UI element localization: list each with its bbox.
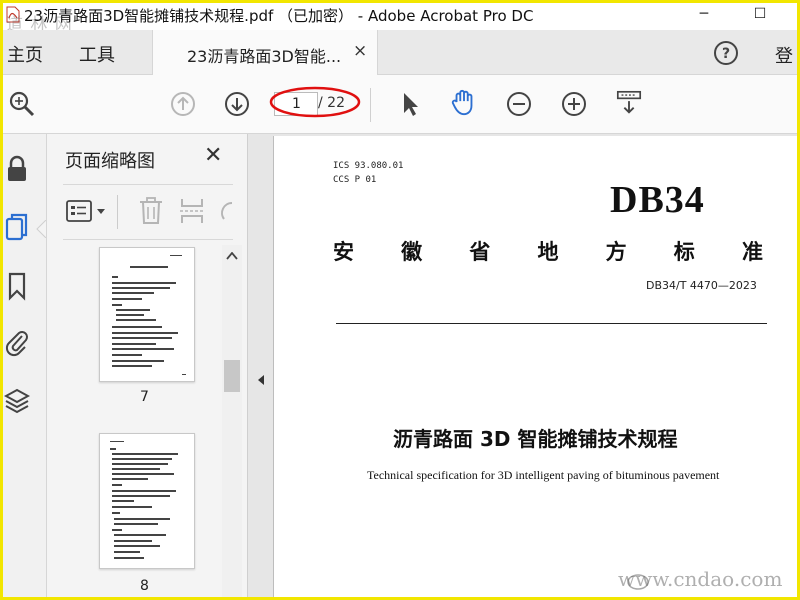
thumbnail-page-7[interactable] (99, 247, 195, 382)
hand-tool-icon[interactable] (450, 88, 478, 116)
page-up-icon[interactable] (169, 90, 197, 118)
chevron-down-icon[interactable] (96, 208, 106, 216)
scrollbar-thumb[interactable] (224, 360, 240, 392)
document-tab[interactable]: 23沥青路面3D智能... × (152, 30, 378, 75)
zoom-out-icon[interactable] (505, 90, 533, 118)
heading-char: 标 (673, 240, 695, 264)
page-thumbnails-icon[interactable] (4, 212, 30, 242)
document-title-english: Technical specification for 3D intellige… (367, 468, 720, 482)
watermark-bottom: www.cndao.com (618, 567, 783, 591)
heading-char: 准 (741, 240, 763, 264)
header-rule (336, 323, 767, 324)
panel-toolbar (63, 184, 233, 240)
menu-tab-bar: 主页 工具 23沥青路面3D智能... × (0, 30, 800, 75)
maximize-glyph: ☐ (753, 6, 767, 22)
left-navigation-rail (0, 134, 47, 600)
zoom-in-icon[interactable] (560, 90, 588, 118)
thumbnail-scrollbar[interactable] (222, 245, 242, 600)
ccs-code: CCS P 01 (333, 175, 377, 185)
thumbnail-page-8[interactable] (99, 433, 195, 569)
close-panel-button[interactable]: ✕ (204, 143, 222, 168)
svg-text:?: ? (722, 46, 730, 62)
home-menu[interactable]: 主页 (7, 41, 43, 67)
page-down-icon[interactable] (223, 90, 251, 118)
window-title: 23沥青路面3D智能摊铺技术规程.pdf （已加密） - Adobe Acrob… (24, 7, 534, 25)
fit-width-icon[interactable] (615, 89, 643, 117)
sign-in-link[interactable]: 登 (775, 42, 793, 68)
help-icon[interactable]: ? (713, 40, 739, 66)
heading-char: 徽 (401, 240, 423, 264)
page-thumbnails-panel: 页面缩略图 ✕ 7 8 (47, 134, 248, 600)
maximize-button[interactable]: ☐ (740, 0, 780, 28)
ics-ccs-codes: ICS 93.080.01 CCS P 01 (333, 159, 403, 187)
province-standard-heading: 安 徽 省 地 方 标 准 (333, 236, 763, 266)
select-arrow-icon[interactable] (396, 90, 424, 118)
panel-tool-divider (117, 195, 118, 229)
heading-char: 安 (333, 240, 354, 264)
db-standard-label: DB34 (610, 179, 705, 221)
minimize-glyph: ─ (699, 6, 709, 22)
thumbnail-page-number: 7 (140, 389, 149, 405)
standard-code: DB34/T 4470—2023 (646, 279, 757, 292)
thumbnail-page-number: 8 (140, 578, 149, 594)
pdf-page (273, 136, 800, 600)
heading-char: 地 (537, 240, 559, 264)
toolbar-divider (370, 88, 371, 122)
lock-icon[interactable] (4, 154, 30, 184)
active-panel-pointer (36, 220, 46, 238)
zoom-search-icon[interactable] (8, 90, 36, 118)
bookmark-icon[interactable] (4, 271, 30, 301)
rotate-page-icon[interactable] (218, 199, 233, 225)
minimize-button[interactable]: ─ (684, 0, 724, 28)
document-title-chinese: 沥青路面 3D 智能摊铺技术规程 (393, 427, 678, 451)
panel-title: 页面缩略图 (65, 151, 155, 172)
heading-char: 方 (605, 240, 627, 264)
ics-code: ICS 93.080.01 (333, 161, 404, 171)
scroll-up-arrow-icon[interactable] (226, 252, 238, 260)
close-tab-button[interactable]: × (353, 41, 367, 61)
title-bar: 道 林 网 23沥青路面3D智能摊铺技术规程.pdf （已加密） - Adobe… (0, 0, 800, 35)
layers-icon[interactable] (4, 386, 30, 416)
heading-char: 省 (469, 240, 491, 264)
document-tab-label: 23沥青路面3D智能... (187, 47, 342, 66)
thumbnail-options-icon[interactable] (66, 200, 92, 222)
insert-page-icon[interactable] (179, 197, 205, 225)
trash-icon[interactable] (138, 197, 164, 225)
collapse-panel-icon[interactable] (257, 374, 265, 386)
highlight-ellipse (269, 86, 361, 118)
tools-menu[interactable]: 工具 (79, 41, 115, 67)
attachment-icon[interactable] (4, 327, 30, 357)
